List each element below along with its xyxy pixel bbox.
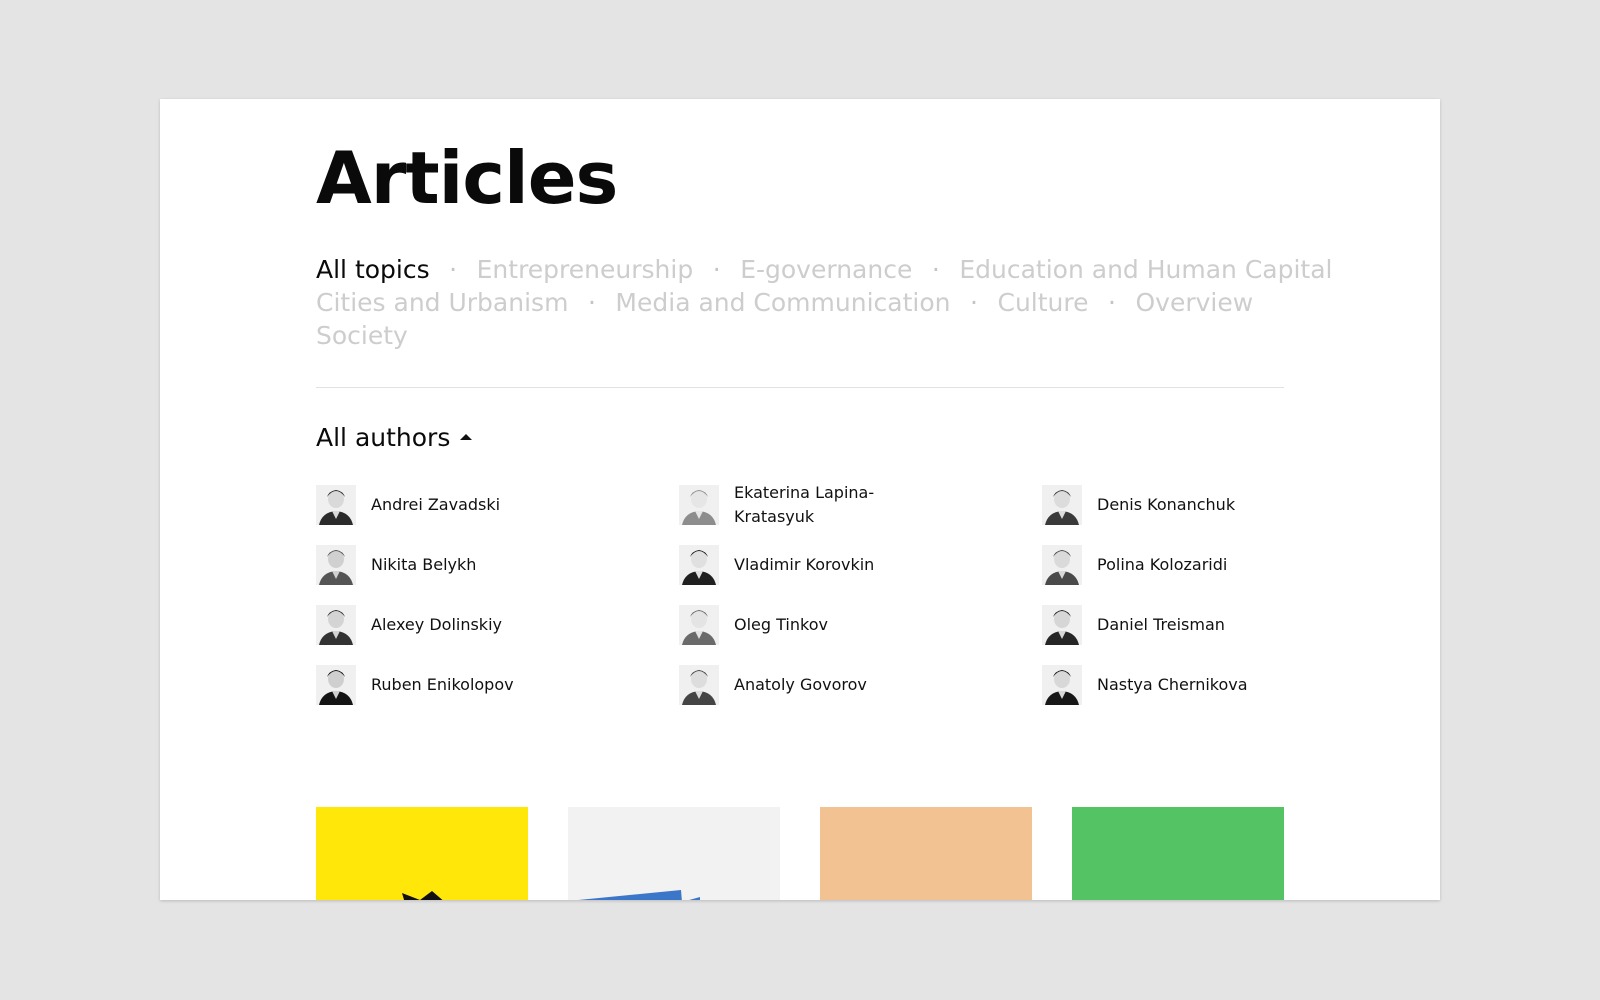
topic-separator: · bbox=[1108, 288, 1116, 317]
author-item[interactable]: Nikita Belykh bbox=[316, 535, 679, 595]
author-name: Denis Konanchuk bbox=[1097, 495, 1236, 514]
author-item[interactable]: Denis Konanchuk bbox=[1042, 475, 1284, 535]
topic-education-and-human-capital[interactable]: Education and Human Capital bbox=[959, 255, 1332, 284]
author-list: Andrei Zavadski Ekaterina Lapina-Kratasyu… bbox=[316, 475, 1284, 715]
topic-row: All topics · Entrepreneurship · E-governance… bbox=[316, 253, 1333, 286]
author-avatar bbox=[1042, 545, 1082, 585]
author-name: Nikita Belykh bbox=[371, 555, 477, 574]
author-avatar bbox=[1042, 485, 1082, 525]
topic-cities-and-urbanism[interactable]: Cities and Urbanism bbox=[316, 288, 568, 317]
topic-filter: All topics · Entrepreneurship · E-governance… bbox=[316, 253, 1333, 352]
author-item[interactable]: Nastya Chernikova bbox=[1042, 655, 1284, 715]
author-name: Polina Kolozaridi bbox=[1097, 555, 1228, 574]
author-avatar bbox=[316, 485, 356, 525]
topic-separator: · bbox=[587, 288, 596, 317]
portrait-icon bbox=[1042, 665, 1082, 705]
topic-entrepreneurship[interactable]: Entrepreneurship bbox=[477, 255, 694, 284]
article-card[interactable] bbox=[568, 807, 780, 900]
author-name: Nastya Chernikova bbox=[1097, 675, 1248, 694]
bird-illustration-icon bbox=[402, 891, 443, 900]
portrait-icon bbox=[316, 605, 356, 645]
section-divider bbox=[316, 387, 1284, 388]
author-name: Ekaterina Lapina-Kratasyuk bbox=[734, 483, 875, 526]
portrait-icon bbox=[1042, 605, 1082, 645]
author-name: Anatoly Govorov bbox=[734, 675, 867, 694]
author-name: Alexey Dolinskiy bbox=[371, 615, 502, 634]
author-avatar bbox=[316, 665, 356, 705]
topic-overview[interactable]: Overview bbox=[1136, 288, 1254, 317]
author-name: Vladimir Korovkin bbox=[734, 555, 875, 574]
portrait-icon bbox=[316, 485, 356, 525]
author-item[interactable]: Alexey Dolinskiy bbox=[316, 595, 679, 655]
topic-separator: · bbox=[712, 255, 721, 284]
author-name: Oleg Tinkov bbox=[734, 615, 828, 634]
topic-culture[interactable]: Culture bbox=[997, 288, 1088, 317]
topic-society[interactable]: Society bbox=[316, 321, 408, 350]
author-avatar bbox=[1042, 665, 1082, 705]
portrait-icon bbox=[1042, 485, 1082, 525]
author-item[interactable]: Anatoly Govorov bbox=[679, 655, 1042, 715]
article-card[interactable] bbox=[316, 807, 528, 900]
portrait-icon bbox=[316, 665, 356, 705]
page-frame: Articles All topics · Entrepreneurship · E-g… bbox=[160, 99, 1440, 900]
author-avatar bbox=[316, 545, 356, 585]
author-item[interactable]: Polina Kolozaridi bbox=[1042, 535, 1284, 595]
author-item[interactable]: Oleg Tinkov bbox=[679, 595, 1042, 655]
topic-separator: · bbox=[931, 255, 940, 284]
topic-separator: · bbox=[970, 288, 978, 317]
author-name: Ruben Enikolopov bbox=[371, 675, 514, 694]
portrait-icon bbox=[679, 545, 719, 585]
portrait-icon bbox=[679, 605, 719, 645]
author-avatar bbox=[1042, 605, 1082, 645]
page-title: Articles bbox=[316, 136, 618, 220]
author-item[interactable]: Ruben Enikolopov bbox=[316, 655, 679, 715]
topic-e-governance[interactable]: E-governance bbox=[740, 255, 912, 284]
topic-separator: · bbox=[449, 255, 458, 284]
topic-all-topics[interactable]: All topics bbox=[316, 255, 430, 284]
paper-illustration-icon bbox=[578, 890, 700, 900]
portrait-icon bbox=[316, 545, 356, 585]
all-authors-toggle[interactable]: All authors bbox=[316, 421, 473, 455]
topic-row: Cities and Urbanism · Media and Communicat… bbox=[316, 286, 1284, 319]
author-item[interactable]: Vladimir Korovkin bbox=[679, 535, 1042, 595]
article-card[interactable] bbox=[1072, 807, 1284, 900]
author-item[interactable]: Andrei Zavadski bbox=[316, 475, 679, 535]
author-name: Andrei Zavadski bbox=[371, 495, 501, 514]
author-item[interactable]: Ekaterina Lapina-Kratasyuk bbox=[679, 475, 1042, 535]
article-cards bbox=[316, 807, 1284, 900]
author-avatar bbox=[679, 605, 719, 645]
portrait-icon bbox=[679, 665, 719, 705]
portrait-icon bbox=[679, 485, 719, 525]
all-authors-label: All authors bbox=[316, 423, 451, 452]
author-avatar bbox=[679, 545, 719, 585]
portrait-icon bbox=[1042, 545, 1082, 585]
author-item[interactable]: Daniel Treisman bbox=[1042, 595, 1284, 655]
topic-row: Society bbox=[316, 319, 1284, 352]
author-avatar bbox=[316, 605, 356, 645]
author-name: Daniel Treisman bbox=[1097, 615, 1225, 634]
topic-media-and-communication[interactable]: Media and Communication bbox=[615, 288, 950, 317]
author-avatar bbox=[679, 665, 719, 705]
article-card[interactable] bbox=[820, 807, 1032, 900]
author-avatar bbox=[679, 485, 719, 525]
caret-up-icon bbox=[460, 434, 473, 440]
